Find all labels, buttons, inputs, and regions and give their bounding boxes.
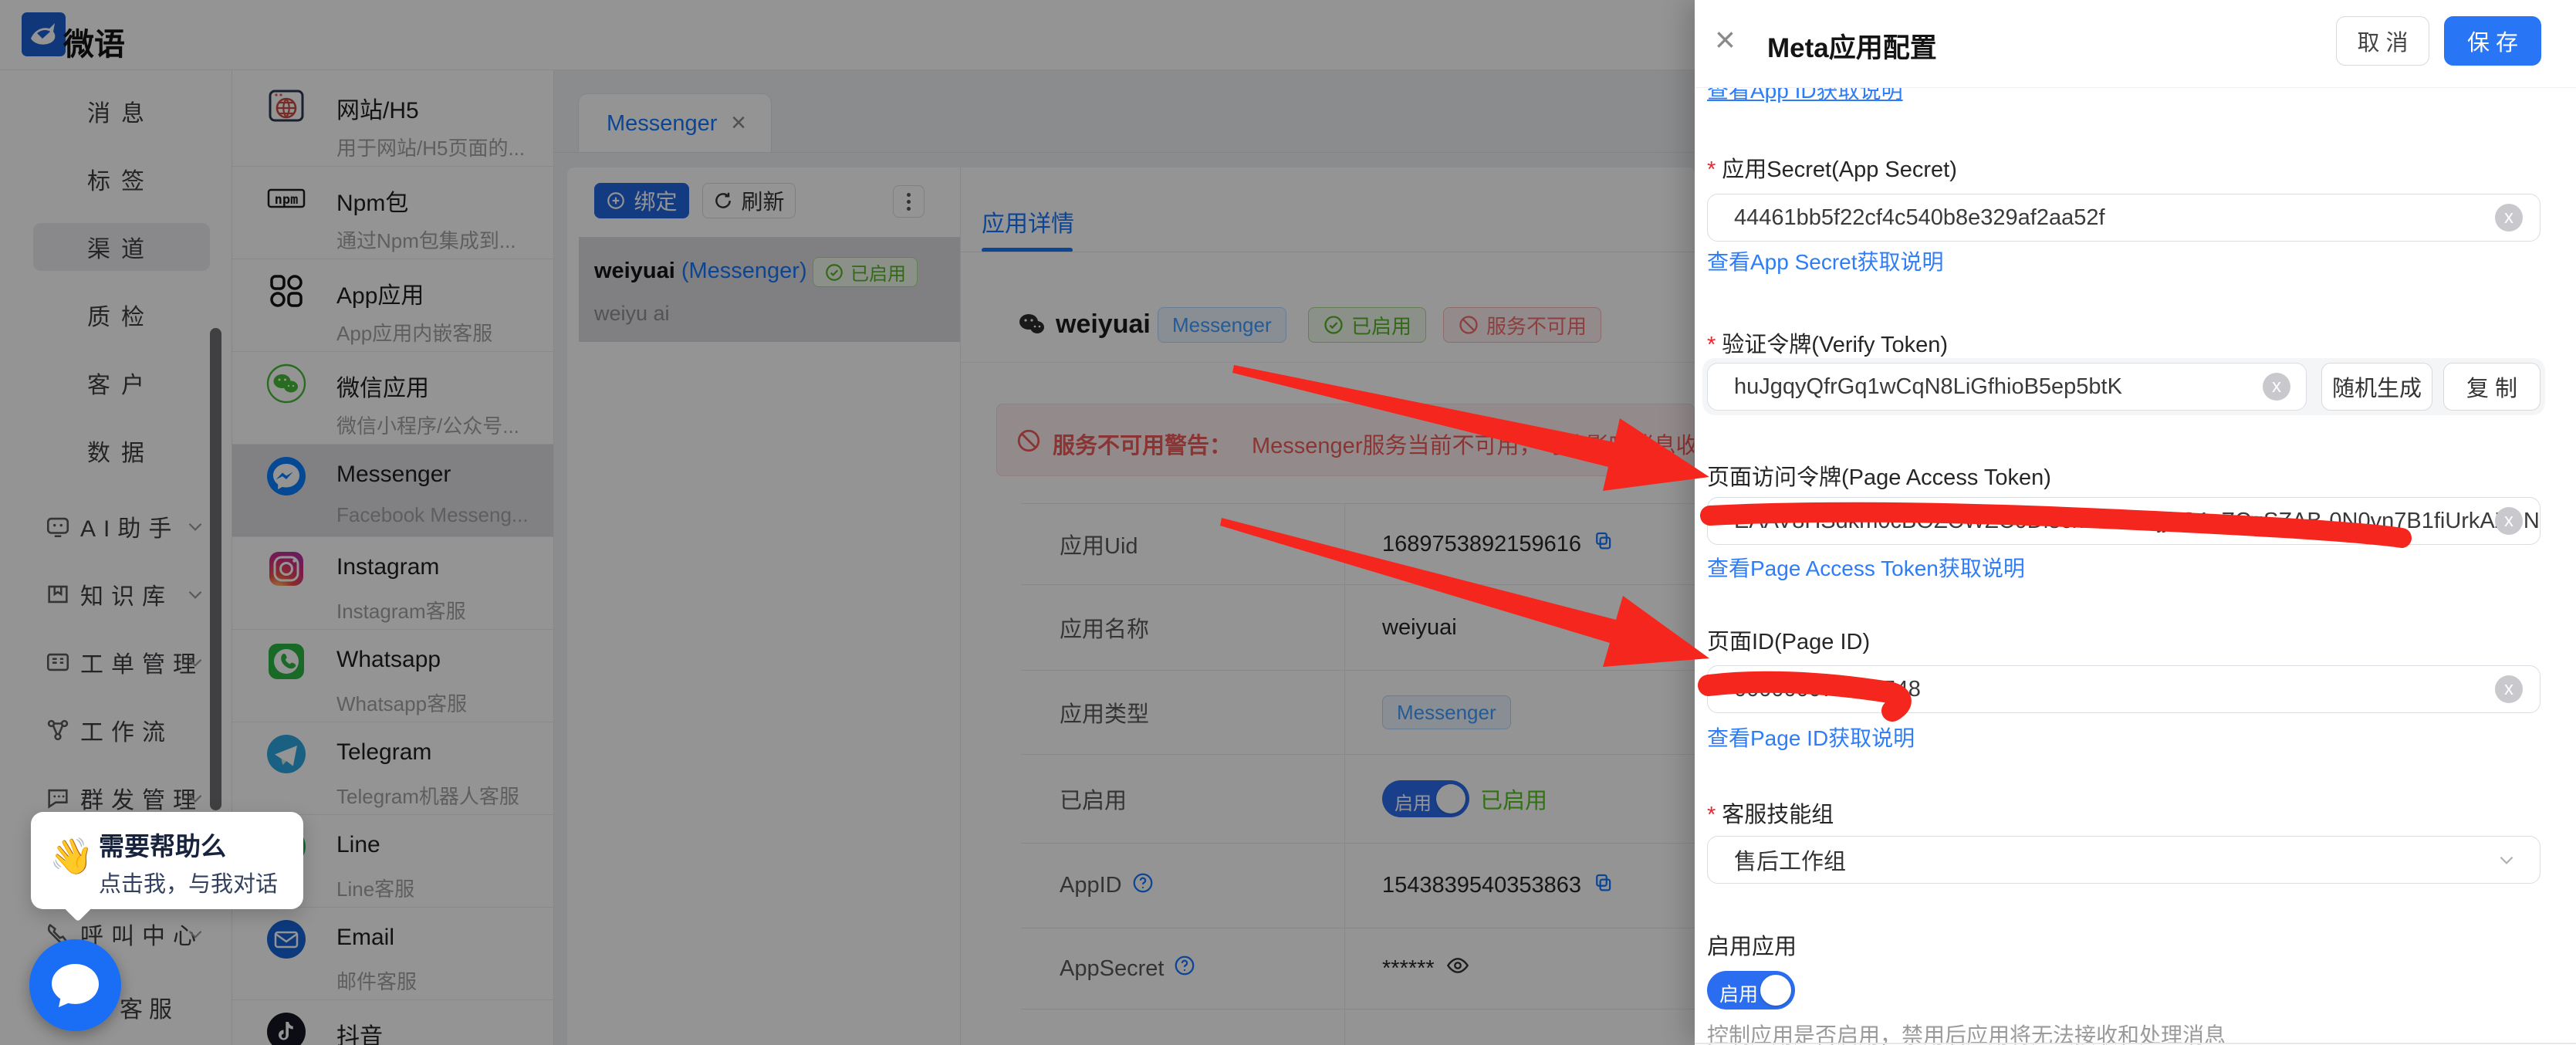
help-subtitle: 点击我，与我对话 xyxy=(99,866,278,898)
page-access-token-input[interactable]: EAAV8HSdkm0cBOZCWZC0Dl8ck4t5eHPjjhO1zZCq… xyxy=(1707,497,2541,545)
app-secret-input[interactable]: 44461bb5f22cf4c540b8e329af2aa52f x xyxy=(1707,194,2541,242)
wave-emoji-icon: 👋 xyxy=(49,835,93,878)
drawer-close-icon[interactable]: × xyxy=(1715,22,1736,57)
copy-token-button[interactable]: 复 制 xyxy=(2443,363,2541,411)
chat-bubble-icon xyxy=(29,939,121,1031)
page-access-token-label: 页面访问令牌(Page Access Token) xyxy=(1707,459,2051,492)
enable-app-toggle[interactable]: 启用 xyxy=(1707,971,1795,1009)
help-tooltip[interactable]: 👋 需要帮助么 点击我，与我对话 xyxy=(31,812,303,909)
cancel-button[interactable]: 取 消 xyxy=(2336,16,2429,66)
help-title: 需要帮助么 xyxy=(99,826,226,863)
screen: 微语 消息标签渠道质检客户数据AI助手知识库工单管理工作流群发管理呼叫中心 客服… xyxy=(0,0,2576,1045)
verify-token-label: *验证令牌(Verify Token) xyxy=(1707,326,1948,359)
generate-token-button[interactable]: 随机生成 xyxy=(2321,363,2432,411)
drawer-body: 查看App ID获取说明 *应用Secret(App Secret) 44461… xyxy=(1695,0,2576,1045)
page-access-token-help-link[interactable]: 查看Page Access Token获取说明 xyxy=(1707,552,2025,583)
page-id-help-link[interactable]: 查看Page ID获取说明 xyxy=(1707,722,1915,752)
clear-icon[interactable]: x xyxy=(2263,373,2290,401)
clear-icon[interactable]: x xyxy=(2495,204,2523,232)
app-secret-help-link[interactable]: 查看App Secret获取说明 xyxy=(1707,245,1944,276)
drawer-bottom-divider xyxy=(1695,1043,2576,1044)
clear-icon[interactable]: x xyxy=(2495,507,2523,535)
config-drawer: 查看App ID获取说明 *应用Secret(App Secret) 44461… xyxy=(1695,0,2576,1045)
enable-app-label: 启用应用 xyxy=(1707,928,1797,961)
skill-group-select[interactable]: 售后工作组 xyxy=(1707,836,2541,884)
app-secret-label: *应用Secret(App Secret) xyxy=(1707,151,1957,184)
save-button[interactable]: 保 存 xyxy=(2444,16,2541,66)
clear-icon[interactable]: x xyxy=(2495,675,2523,703)
page-id-label: 页面ID(Page ID) xyxy=(1707,624,1870,656)
enable-app-helper: 控制应用是否启用，禁用后应用将无法接收和处理消息 xyxy=(1707,1019,2226,1045)
chat-fab-button[interactable] xyxy=(29,939,121,1031)
drawer-title: Meta应用配置 xyxy=(1767,26,1937,66)
chevron-down-icon xyxy=(2497,850,2517,870)
drawer-header: × Meta应用配置 取 消 保 存 xyxy=(1695,0,2576,88)
skill-group-label: *客服技能组 xyxy=(1707,796,1834,829)
page-id-input[interactable]: 000000070700548 x xyxy=(1707,665,2541,713)
verify-token-input[interactable]: huJgqyQfrGq1wCqN8LiGfhioB5ep5btK x xyxy=(1707,363,2307,411)
